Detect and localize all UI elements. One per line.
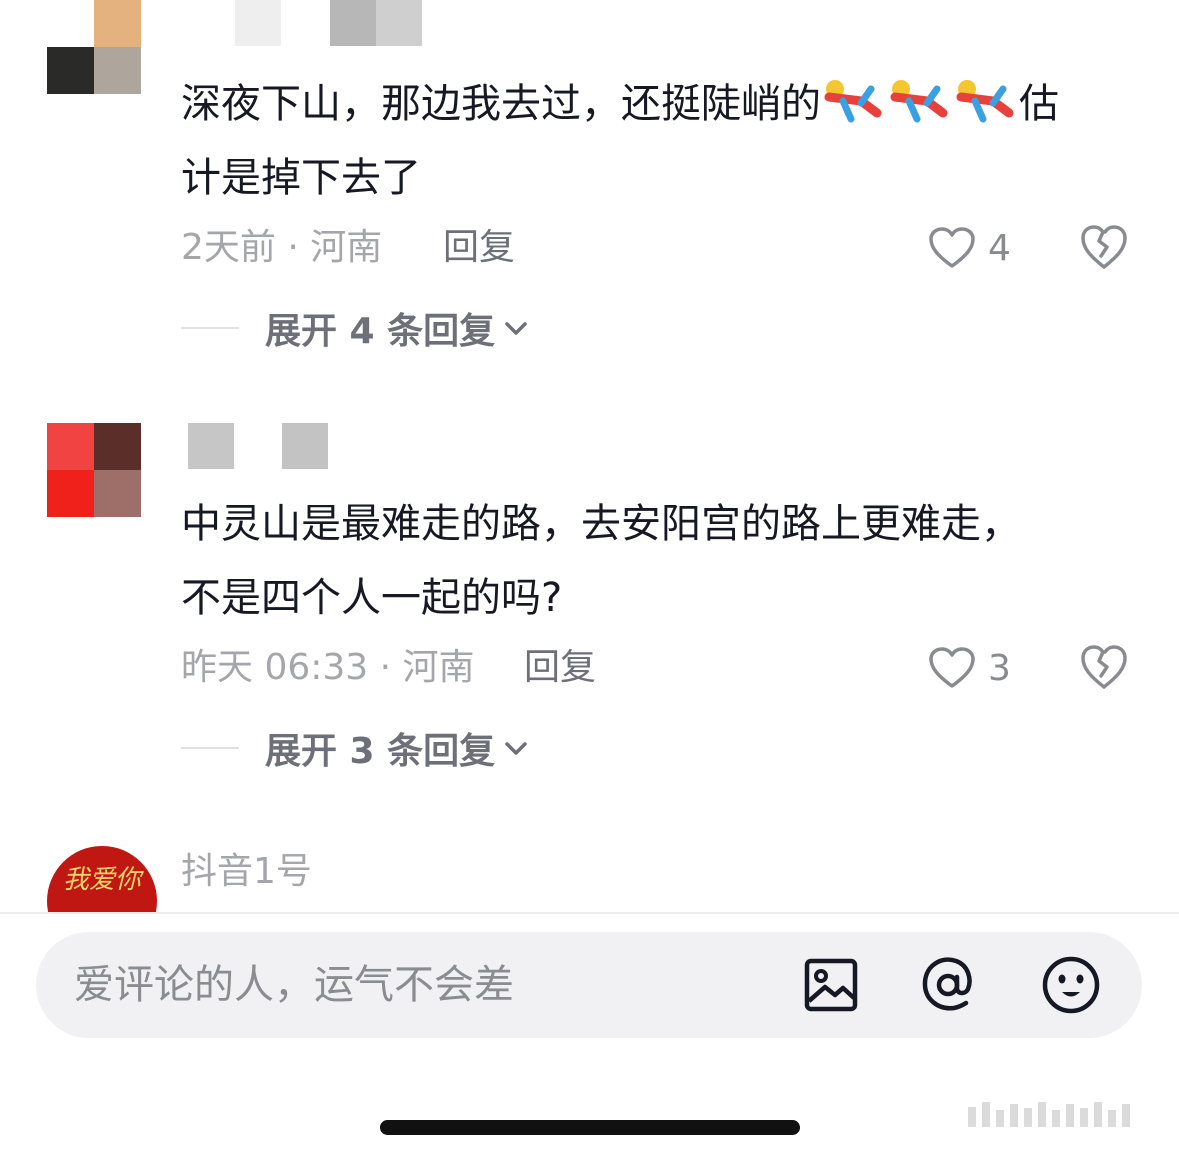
watermark-graphic [968, 1102, 1130, 1127]
like-count: 4 [988, 227, 1011, 269]
comment-text-part: 不是四个人一起的吗? [181, 575, 563, 621]
chevron-down-icon [505, 322, 527, 335]
timestamp: 昨天 06:33 [181, 647, 369, 688]
avatar-lettering: 我爱你 [63, 865, 145, 895]
location: · 河南 [287, 227, 383, 268]
divider-line [181, 327, 239, 329]
smiley-icon[interactable] [1041, 955, 1101, 1015]
home-indicator[interactable] [380, 1120, 800, 1135]
like-count: 3 [988, 647, 1011, 689]
comment-text-part: 估 [1019, 81, 1059, 127]
svg-text:我爱你: 我爱你 [63, 865, 145, 895]
expand-replies-label: 展开 3 条回复 [265, 731, 496, 772]
heart-icon [929, 647, 975, 688]
comment-text-part: 深夜下山，那边我去过，还挺陡峭的 [181, 81, 821, 127]
username-blurred[interactable] [188, 423, 330, 469]
avatar[interactable]: 我爱你 [47, 846, 157, 912]
chevron-down-icon [505, 742, 527, 755]
comment-input[interactable]: 爱评论的人，运气不会差 [74, 958, 514, 1012]
username-blurred[interactable] [235, 0, 425, 46]
expand-replies-label: 展开 4 条回复 [265, 311, 496, 352]
like-button[interactable]: 4 [928, 223, 1011, 273]
like-button[interactable]: 3 [928, 643, 1011, 693]
at-icon[interactable] [918, 955, 978, 1015]
broken-heart-icon[interactable] [1080, 643, 1128, 691]
reply-button[interactable]: 回复 [443, 223, 515, 273]
timestamp: 2天前 [181, 227, 276, 268]
divider-line [181, 747, 239, 749]
image-icon[interactable] [801, 955, 861, 1015]
input-divider [0, 912, 1179, 914]
reply-button[interactable]: 回复 [524, 643, 596, 693]
running-person-emoji [953, 73, 1019, 123]
comment-input-bar[interactable]: 爱评论的人，运气不会差 [36, 932, 1142, 1038]
running-person-emoji [821, 73, 887, 123]
running-person-emoji [887, 73, 953, 123]
comment-text-part: 计是掉下去了 [181, 155, 421, 201]
avatar[interactable] [47, 0, 141, 94]
broken-heart-icon[interactable] [1080, 223, 1128, 271]
heart-icon [929, 227, 975, 268]
expand-replies-button[interactable]: 展开 4 条回复 [181, 303, 529, 353]
avatar[interactable] [47, 423, 141, 517]
expand-replies-button[interactable]: 展开 3 条回复 [181, 723, 529, 773]
comment-text-part: 中灵山是最难走的路，去安阳宫的路上更难走， [181, 501, 1021, 547]
comment-text: 深夜下山，那边我去过，还挺陡峭的 估计是掉下去了 [181, 67, 1141, 215]
username[interactable]: 抖音1号 [181, 846, 312, 898]
location: · 河南 [379, 647, 475, 688]
comment-text: 中灵山是最难走的路，去安阳宫的路上更难走， 不是四个人一起的吗? [181, 487, 1141, 635]
